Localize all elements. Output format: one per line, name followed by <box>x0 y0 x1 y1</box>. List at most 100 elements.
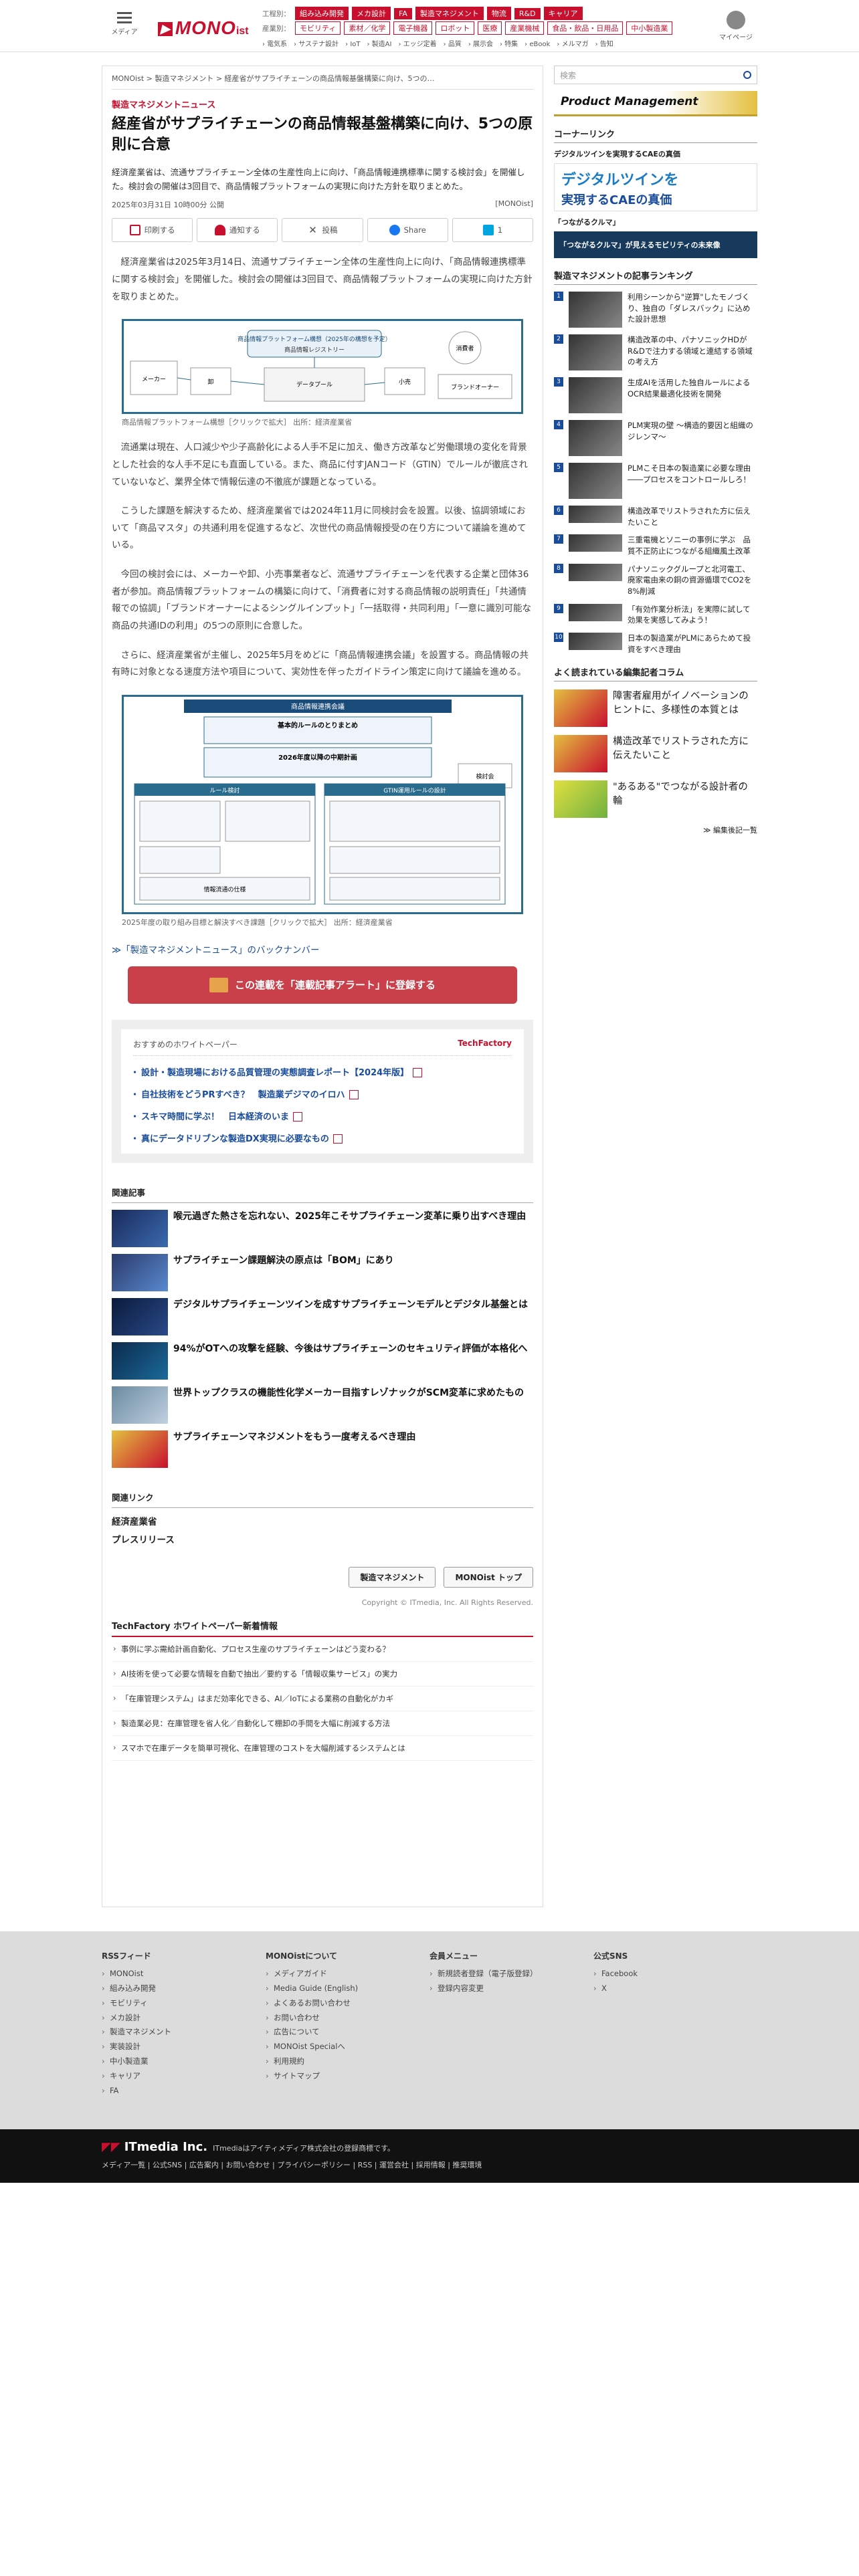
nav-item-logistics[interactable]: 物流 <box>486 7 511 20</box>
footer-link[interactable]: モビリティ <box>102 1996 266 2011</box>
column-item[interactable]: 障害者雇用がイノベーションのヒントに、多様性の本質とは <box>554 689 757 728</box>
whitepaper-item-text[interactable]: 設計・製造現場における品質管理の実態調査レポート【2024年版】 <box>141 1068 409 1078</box>
related-title[interactable]: 94%がOTへの攻撃を経験、今後はサプライチェーンのセキュリティ評価が本格化へ <box>173 1342 527 1356</box>
footer-link[interactable]: Media Guide (English) <box>266 1981 430 1996</box>
nav-item-robot[interactable]: ロボット <box>436 21 475 35</box>
category-top-button[interactable]: 製造マネジメント <box>349 1566 436 1588</box>
ranking-item[interactable]: 3 生成AIを活用した独自ルールによるOCR結果最適化技術を開発 <box>554 377 757 413</box>
footer-links[interactable]: メディア一覧 | 公式SNS | 広告案内 | お問い合わせ | プライバシーポ… <box>102 2159 757 2170</box>
nav-item-material[interactable]: 素材／化学 <box>344 21 391 35</box>
ranking-item[interactable]: 5 PLMこそ日本の製造業に必要な理由――プロセスをコントロールしろ！ <box>554 463 757 499</box>
breadcrumb[interactable]: MONOist > 製造マネジメント > 経産省がサプライチェーンの商品情報基盤… <box>112 73 533 90</box>
techfactory-item[interactable]: 「在庫管理システム」はまだ効率化できる、AI／IoTによる業務の自動化がカギ <box>112 1687 533 1711</box>
ranking-thumbnail[interactable] <box>569 463 622 499</box>
ranking-title[interactable]: 構造改革でリストラされた方に伝えたいこと <box>628 506 757 528</box>
ranking-thumbnail[interactable] <box>569 506 622 523</box>
column-item[interactable]: "あるある"でつながる設計者の輪 <box>554 780 757 819</box>
topic-nav[interactable]: › 電気系 › サステナ設計 › IoT › 製造AI › エッジ定着 › 品質… <box>262 38 613 48</box>
more-columns-link[interactable]: ≫ 編集後記一覧 <box>554 825 757 835</box>
x-share-button[interactable]: ✕ 投稿 <box>282 218 363 243</box>
goals-diagram[interactable]: 商品情報連携会議 基本的ルールのとりまとめ 2026年度以降の中期計画 検討会 … <box>122 694 523 914</box>
ranking-item[interactable]: 4 PLM実現の壁 〜構造的要因と組織のジレンマ〜 <box>554 420 757 456</box>
related-item[interactable]: サプライチェーンマネジメントをもう一度考えるべき理由 <box>112 1430 533 1468</box>
footer-link[interactable]: 中小製造業 <box>102 2054 266 2069</box>
related-item[interactable]: 94%がOTへの攻撃を経験、今後はサプライチェーンのセキュリティ評価が本格化へ <box>112 1341 533 1380</box>
related-thumbnail[interactable] <box>112 1209 168 1247</box>
facebook-link[interactable]: Facebook <box>593 1967 757 1981</box>
related-link[interactable]: プレスリリース <box>112 1531 533 1549</box>
backnumber-link[interactable]: ≫「製造マネジメントニュース」のバックナンバー <box>112 942 533 956</box>
footer-link[interactable]: MONOist <box>102 1967 266 1981</box>
ranking-thumbnail[interactable] <box>569 420 622 456</box>
footer-link[interactable]: 利用規約 <box>266 2054 430 2069</box>
footer-link[interactable]: メカ設計 <box>102 2011 266 2026</box>
nav-item-rnd[interactable]: R&D <box>514 7 541 19</box>
whitepaper-item[interactable]: スキマ時間に学ぶ！ 日本経済のいま <box>130 1109 512 1122</box>
mobility-banner[interactable]: 「つながるクルマ」が見えるモビリティの未来像 <box>554 231 757 258</box>
print-button[interactable]: 印刷する <box>112 218 193 243</box>
footer-link[interactable]: お問い合わせ <box>266 2011 430 2026</box>
figure-goals[interactable]: 商品情報連携会議 基本的ルールのとりまとめ 2026年度以降の中期計画 検討会 … <box>122 694 523 928</box>
whitepaper-item-text[interactable]: 自社技術をどうPRすべき？ 製造業デジマのイロハ <box>141 1090 345 1100</box>
article-category[interactable]: 製造マネジメントニュース <box>112 98 533 110</box>
column-thumbnail[interactable] <box>554 780 607 819</box>
nav-item-food[interactable]: 食品・飲品・日用品 <box>547 21 624 35</box>
ranking-thumbnail[interactable] <box>569 633 622 651</box>
ranking-item[interactable]: 8 パナソニックグループと北河電工、廃家電由来の銅の資源循環でCO2を8%削減 <box>554 563 757 597</box>
related-thumbnail[interactable] <box>112 1386 168 1424</box>
ranking-title[interactable]: 「有効作業分析法」を実際に試して効果を実感してみよう！ <box>628 604 757 626</box>
column-title[interactable]: 構造改革でリストラされた方に伝えたいこと <box>613 735 757 772</box>
related-title[interactable]: サプライチェーン課題解決の原点は「BOM」にあり <box>173 1254 394 1267</box>
topic-nav-text[interactable]: › 電気系 › サステナ設計 › IoT › 製造AI › エッジ定着 › 品質… <box>262 38 613 48</box>
ranking-item[interactable]: 10 日本の製造業がPLMにあらためて投資をすべき理由 <box>554 633 757 655</box>
nav-item-electronics[interactable]: 電子機器 <box>393 21 433 35</box>
related-thumbnail[interactable] <box>112 1341 168 1380</box>
nav-item-management[interactable]: 製造マネジメント <box>415 7 484 20</box>
ranking-thumbnail[interactable] <box>569 292 622 328</box>
hatena-share-button[interactable]: 1 <box>452 218 534 243</box>
related-item[interactable]: 世界トップクラスの機能性化学メーカー目指すレゾナックがSCM変革に求めたもの <box>112 1386 533 1424</box>
footer-link[interactable]: キャリア <box>102 2069 266 2084</box>
ranking-item[interactable]: 7 三重電機とソニーの事例に学ぶ 品質不正防止につながる組織風土改革 <box>554 534 757 556</box>
site-logo[interactable]: ▶ MONOist <box>158 17 249 39</box>
column-thumbnail[interactable] <box>554 735 607 773</box>
series-alert-button[interactable]: この連載を「連載記事アラート」に登録する <box>128 966 517 1004</box>
mypage-button[interactable]: マイページ <box>716 11 756 41</box>
ranking-item[interactable]: 1 利用シーンから"逆算"したモノづくり、独自の「ダレスバック」に込めた設計思想 <box>554 292 757 328</box>
figure-platform[interactable]: 商品情報プラットフォーム構想（2025年の構想を予定） 商品情報レジストリー メ… <box>122 319 523 427</box>
nav-item-fa[interactable]: FA <box>394 7 412 19</box>
nav-item-mobility[interactable]: モビリティ <box>295 21 341 35</box>
product-management-banner[interactable]: Product Management <box>554 91 757 116</box>
monoist-top-button[interactable]: MONOist トップ <box>444 1566 533 1588</box>
ranking-thumbnail[interactable] <box>569 534 622 552</box>
cae-banner[interactable]: デジタルツインを 実現するCAEの真価 <box>554 163 757 211</box>
search-icon[interactable] <box>743 71 751 79</box>
techfactory-item[interactable]: 製造業必見：在庫管理を省人化／自動化して棚卸の手間を大幅に削減する方法 <box>112 1711 533 1736</box>
related-title[interactable]: デジタルサプライチェーンツインを成すサプライチェーンモデルとデジタル基盤とは <box>173 1298 528 1311</box>
nav-item-mecha[interactable]: メカ設計 <box>352 7 391 20</box>
related-link[interactable]: 経済産業省 <box>112 1513 533 1531</box>
related-item[interactable]: サプライチェーン課題解決の原点は「BOM」にあり <box>112 1253 533 1291</box>
nav-item-sme[interactable]: 中小製造業 <box>626 21 673 35</box>
related-thumbnail[interactable] <box>112 1297 168 1335</box>
search-input[interactable]: 検索 <box>560 70 576 81</box>
techfactory-item[interactable]: AI技術を使って必要な情報を自動で抽出／要約する「情報収集サービス」の実力 <box>112 1662 533 1687</box>
nav-item-embedded[interactable]: 組み込み開発 <box>295 7 349 20</box>
nav-item-career[interactable]: キャリア <box>543 7 583 20</box>
footer-link[interactable]: 広告について <box>266 2025 430 2040</box>
whitepaper-item[interactable]: 設計・製造現場における品質管理の実態調査レポート【2024年版】 <box>130 1065 512 1078</box>
ranking-item[interactable]: 2 構造改革の中、パナソニックHDがR&Dで注力する領域と連結する領域の考え方 <box>554 334 757 370</box>
ranking-thumbnail[interactable] <box>569 377 622 413</box>
ranking-title[interactable]: PLMこそ日本の製造業に必要な理由――プロセスをコントロールしろ！ <box>628 463 757 485</box>
column-title[interactable]: "あるある"でつながる設計者の輪 <box>613 780 757 818</box>
column-item[interactable]: 構造改革でリストラされた方に伝えたいこと <box>554 735 757 773</box>
corner-link-mobility[interactable]: 「つながるクルマ」 <box>554 217 757 227</box>
ranking-thumbnail[interactable] <box>569 603 622 621</box>
facebook-share-button[interactable]: Share <box>367 218 448 243</box>
footer-link[interactable]: 新規読者登録（電子版登録） <box>430 1967 593 1981</box>
related-thumbnail[interactable] <box>112 1253 168 1291</box>
ranking-item[interactable]: 6 構造改革でリストラされた方に伝えたいこと <box>554 506 757 528</box>
related-title[interactable]: 喉元過ぎた熱さを忘れない、2025年こそサプライチェーン変革に乗り出すべき理由 <box>173 1210 526 1223</box>
platform-diagram[interactable]: 商品情報プラットフォーム構想（2025年の構想を予定） 商品情報レジストリー メ… <box>122 319 523 415</box>
ranking-title[interactable]: 利用シーンから"逆算"したモノづくり、独自の「ダレスバック」に込めた設計思想 <box>628 292 757 325</box>
